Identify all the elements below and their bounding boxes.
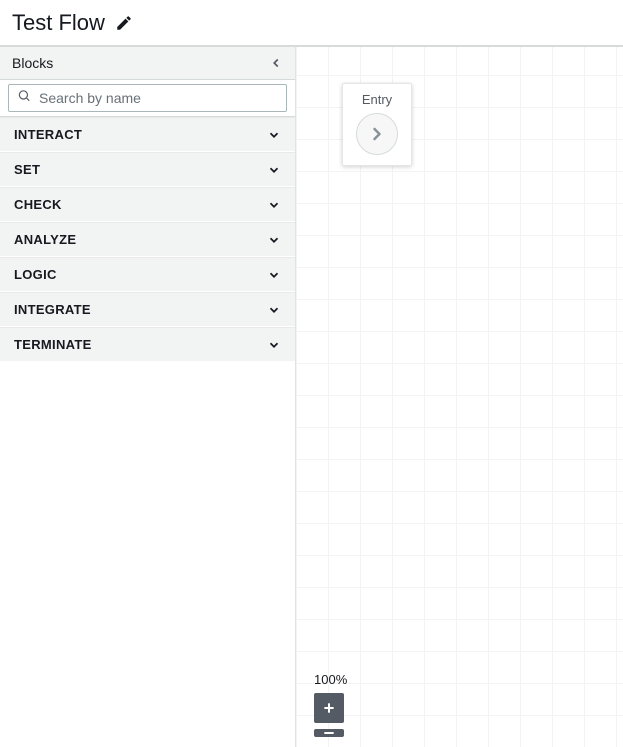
search-wrapper [8, 84, 287, 112]
chevron-down-icon [267, 163, 281, 177]
edit-title-icon[interactable] [115, 14, 133, 32]
chevron-down-icon [267, 198, 281, 212]
collapse-sidebar-icon[interactable] [269, 56, 283, 70]
zoom-in-button[interactable] [314, 693, 344, 723]
zoom-out-button[interactable] [314, 729, 344, 737]
header: Test Flow [0, 0, 623, 46]
search-icon [17, 89, 31, 108]
chevron-down-icon [267, 303, 281, 317]
sidebar-title: Blocks [12, 55, 53, 71]
sidebar-header: Blocks [0, 47, 295, 80]
category-check[interactable]: CHECK [0, 187, 295, 222]
search-row [0, 80, 295, 117]
chevron-down-icon [267, 338, 281, 352]
blocks-sidebar: Blocks INTERACT SET CHECK AN [0, 46, 296, 747]
page-title: Test Flow [12, 10, 105, 36]
category-interact[interactable]: INTERACT [0, 117, 295, 152]
category-label: LOGIC [14, 267, 57, 282]
category-terminate[interactable]: TERMINATE [0, 327, 295, 362]
category-set[interactable]: SET [0, 152, 295, 187]
search-input[interactable] [9, 86, 286, 110]
category-label: SET [14, 162, 40, 177]
zoom-controls: 100% [314, 672, 347, 737]
category-label: INTERACT [14, 127, 82, 142]
entry-node-label: Entry [351, 92, 403, 107]
category-analyze[interactable]: ANALYZE [0, 222, 295, 257]
category-label: TERMINATE [14, 337, 92, 352]
category-label: CHECK [14, 197, 62, 212]
chevron-down-icon [267, 233, 281, 247]
zoom-level: 100% [314, 672, 347, 687]
category-integrate[interactable]: INTEGRATE [0, 292, 295, 327]
chevron-down-icon [267, 268, 281, 282]
flow-canvas[interactable]: Entry 100% [296, 46, 623, 747]
category-label: ANALYZE [14, 232, 76, 247]
entry-node-start-icon[interactable] [356, 113, 398, 155]
category-label: INTEGRATE [14, 302, 91, 317]
category-logic[interactable]: LOGIC [0, 257, 295, 292]
chevron-down-icon [267, 128, 281, 142]
entry-node[interactable]: Entry [342, 83, 412, 166]
